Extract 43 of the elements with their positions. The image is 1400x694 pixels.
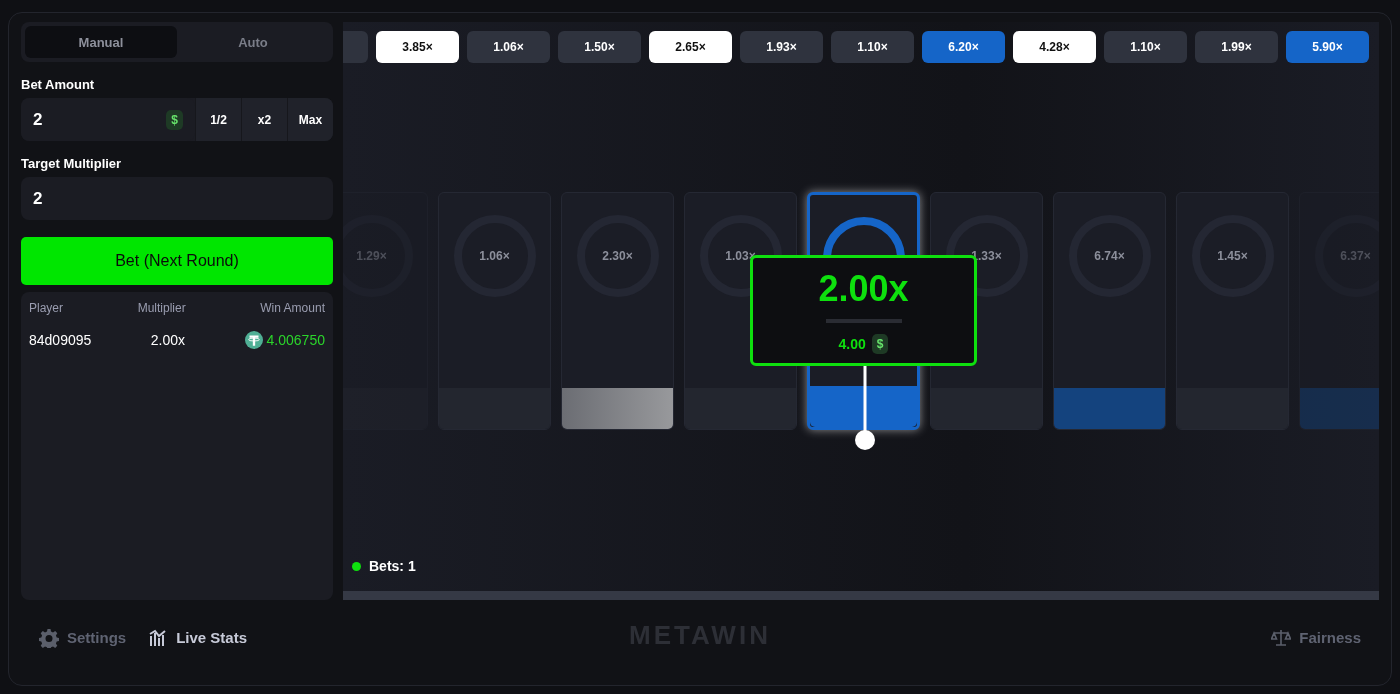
field-label: Target Multiplier [21,156,123,171]
multiplier-pill: 3.85× [376,31,459,63]
status-dot [352,561,361,571]
scales-icon [1271,627,1292,648]
scrollbar[interactable] [343,591,1379,600]
table-cell: 2.00x [150,332,186,348]
amount-button[interactable]: Max [287,98,333,141]
multiplier-pill: 1.10× [1104,31,1187,63]
settings-icon [39,627,59,648]
bets-count: Bets: 1 [369,558,416,574]
multiplier-pill: 2.65× [649,31,732,63]
multiplier-pill: 1.10× [831,31,914,63]
currency-badge: $ [871,334,889,354]
multiplier-pill: 1.99× [1195,31,1278,63]
mode-tab[interactable]: Auto [177,26,329,58]
result-win: 4.00 [838,336,866,352]
card-multiplier: 1.45× [1217,249,1248,263]
multiplier-pill: 5.90× [1286,31,1369,63]
column-header: Player [29,301,63,315]
ring-icon [945,215,1028,297]
result-multiplier: 2.00x [818,268,909,310]
bet-button[interactable]: Bet (Next Round) [21,237,333,285]
multiplier-pill: 6.20× [922,31,1005,63]
card-multiplier: 1.06× [479,249,510,263]
card-multiplier: 1.03× [725,249,756,263]
column-header: Multiplier [137,301,186,315]
amount-button[interactable]: 1/2 [195,98,241,141]
win-amount: 4.006750 [266,332,325,348]
multiplier-pill: 1.06× [467,31,550,63]
amount-button[interactable]: x2 [241,98,287,141]
table-cell: 84d09095 [29,332,92,348]
target-multiplier-field[interactable]: 2 [21,177,333,220]
mode-tab[interactable]: Manual [25,26,177,58]
currency-badge: $ [166,109,183,130]
multiplier-pill: 1.50× [558,31,641,63]
coin-icon [244,331,263,349]
live-stats-button[interactable]: Live Stats [142,626,254,649]
field-label: Bet Amount [21,77,96,92]
card-multiplier: 2.30× [602,249,633,263]
multiplier-pill: 1.93× [740,31,823,63]
multiplier-pill: 4.28× [1013,31,1096,63]
column-header: Win Amount [260,301,325,315]
card-multiplier: 6.74× [1094,249,1125,263]
